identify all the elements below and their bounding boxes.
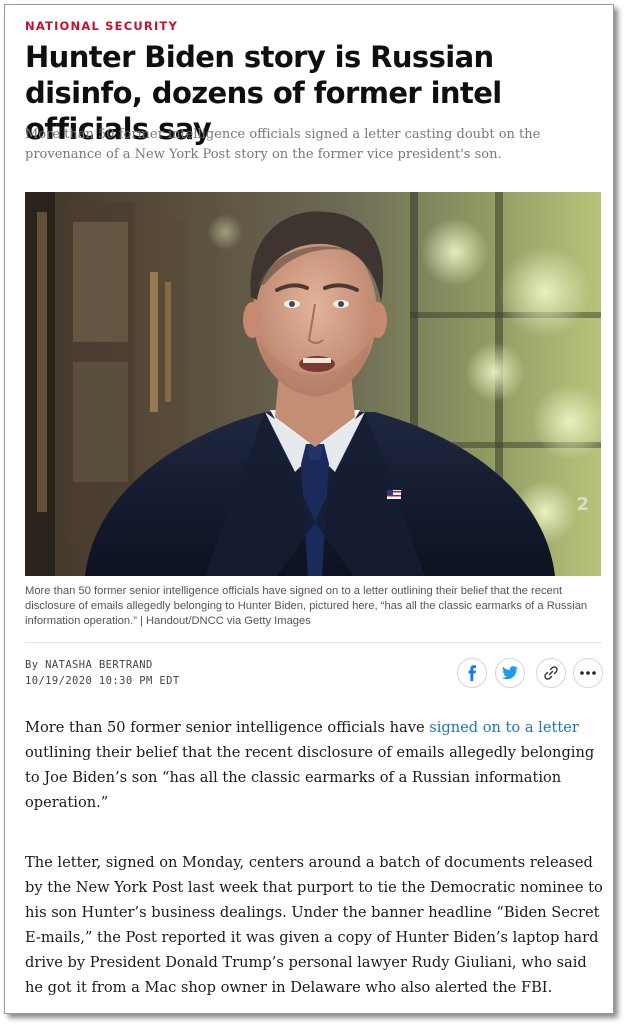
- image-watermark: 2: [576, 494, 589, 515]
- share-twitter-button[interactable]: [495, 658, 525, 688]
- article-paragraph-2: The letter, signed on Monday, centers ar…: [25, 854, 603, 996]
- byline-prefix: By: [25, 659, 46, 671]
- more-icon: [580, 671, 596, 675]
- photo-caption: More than 50 former senior intelligence …: [25, 585, 588, 627]
- letter-link[interactable]: signed on to a letter: [429, 719, 579, 736]
- facebook-icon: [468, 665, 476, 681]
- hero-photo: 2: [25, 192, 601, 576]
- paragraph-1-text-start: More than 50 former senior intelligence …: [25, 719, 430, 736]
- author-name[interactable]: NATASHA BERTRAND: [45, 659, 153, 671]
- article-frame: NATIONAL SECURITY Hunter Biden story is …: [4, 4, 614, 1014]
- timestamp: 10/19/2020 10:30 PM EDT: [25, 675, 180, 687]
- copy-link-button[interactable]: [536, 658, 566, 688]
- article-paragraph-1: More than 50 former senior intelligence …: [25, 715, 605, 815]
- paragraph-1-text-end: outlining their belief that the recent d…: [25, 744, 595, 811]
- link-icon: [544, 666, 558, 680]
- divider: [25, 642, 602, 643]
- byline: By NATASHA BERTRAND 10/19/2020 10:30 PM …: [25, 657, 180, 689]
- byline-author-line: By NATASHA BERTRAND: [25, 657, 180, 673]
- share-facebook-button[interactable]: [457, 658, 487, 688]
- section-kicker[interactable]: NATIONAL SECURITY: [25, 19, 178, 33]
- twitter-icon: [502, 666, 518, 680]
- more-options-button[interactable]: [573, 658, 603, 688]
- article-dek: More than 50 former intelligence officia…: [25, 127, 541, 162]
